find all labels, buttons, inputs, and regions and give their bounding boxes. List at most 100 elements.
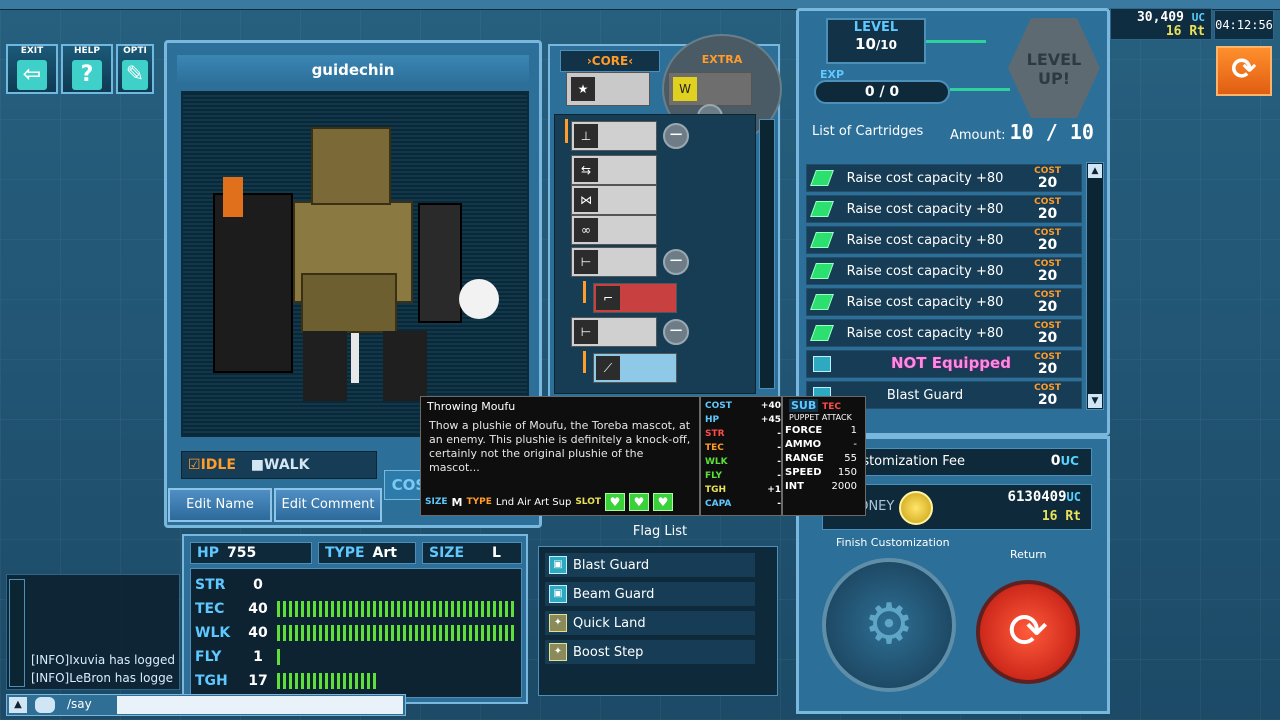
flag-label: Beam Guard <box>573 586 655 602</box>
part-slot[interactable]: ⊢ <box>571 247 657 277</box>
tooltip-stat-value: - <box>777 429 781 439</box>
chat-input-bar: ▲ /say <box>6 694 406 716</box>
clock: 04:12:56 <box>1214 10 1274 40</box>
wallet-rt: 16 Rt <box>1165 24 1205 39</box>
sub-stat-value: 1 <box>850 425 857 436</box>
stat-row-tec: TEC 40 <box>195 597 517 621</box>
swap-icon: ⇆ <box>574 158 598 182</box>
walk-option[interactable]: ■WALK <box>251 457 310 473</box>
coin-icon <box>899 491 933 525</box>
moufu-plush-icon <box>459 279 499 319</box>
cartridge-scrollbar[interactable]: ▲ ▼ <box>1086 162 1104 410</box>
edit-comment-button[interactable]: Edit Comment <box>274 488 382 522</box>
cartridge-name: Raise cost capacity +80 <box>846 325 1004 341</box>
tooltip-stat-value: - <box>777 471 781 481</box>
tree-line <box>583 281 586 303</box>
part-slot[interactable]: ⊥ <box>571 121 657 151</box>
tooltip-stat-row: FLY - <box>705 471 781 485</box>
sub-stat-key: SPEED <box>785 467 822 478</box>
money-uc: 6130409 <box>1007 489 1067 505</box>
cartridge-gem-icon <box>810 201 834 217</box>
remove-part-icon[interactable]: − <box>663 123 689 149</box>
flag-item: ✦ Quick Land <box>545 611 755 635</box>
scroll-up-icon[interactable]: ▲ <box>1088 164 1102 178</box>
flag-label: Boost Step <box>573 644 644 660</box>
weapon-w-icon: W <box>673 77 697 101</box>
tooltip-stat-key: CAPA <box>705 499 732 509</box>
cartridge-name: Raise cost capacity +80 <box>846 232 1004 248</box>
stats-panel: HP 755 TYPE Art SIZE L STR 0 TEC 40 WLK … <box>182 534 528 704</box>
cartridge-item[interactable]: Raise cost capacity +80 COST 20 <box>806 226 1082 254</box>
chat-scrollbar[interactable] <box>9 579 25 687</box>
size-key: SIZE <box>429 545 465 561</box>
sub-stat-value: - <box>853 439 857 450</box>
animation-toggle[interactable]: ☑IDLE ■WALK <box>181 451 377 479</box>
stat-key: TEC <box>195 601 225 617</box>
fee-unit: UC <box>1060 454 1079 468</box>
part-slot[interactable]: ⊢ <box>571 317 657 347</box>
cartridge-list: Raise cost capacity +80 COST 20 Raise cos… <box>806 160 1106 412</box>
chat-input[interactable] <box>117 696 403 714</box>
help-button[interactable]: HELP ? <box>61 44 113 94</box>
chat-channel[interactable]: /say <box>67 697 92 711</box>
cartridge-cost: 20 <box>1037 237 1058 253</box>
tooltip-sub-attack: SUB TEC PUPPET ATTACK FORCE 1 AMMO - RANGE 55… <box>782 396 866 516</box>
core-slot[interactable]: ★ <box>566 72 650 106</box>
cartridge-item[interactable]: Raise cost capacity +80 COST 20 <box>806 195 1082 223</box>
stat-row-wlk: WLK 40 <box>195 621 517 645</box>
part-slot[interactable]: ⋈ <box>571 185 657 215</box>
options-label: OPTI <box>123 46 147 56</box>
back-icon[interactable]: ⟳ <box>1216 46 1272 96</box>
cartridge-item[interactable]: NOT Equipped COST 20 <box>806 350 1082 378</box>
chat-expand-icon[interactable]: ▲ <box>9 697 27 713</box>
stat-value: 40 <box>248 625 268 641</box>
cartridge-item[interactable]: Raise cost capacity +80 COST 20 <box>806 319 1082 347</box>
extra-slot[interactable]: W <box>668 72 752 106</box>
idle-option[interactable]: ☑IDLE <box>188 457 236 473</box>
parts-scrollbar[interactable] <box>759 119 775 389</box>
part-slot[interactable]: ⇆ <box>571 155 657 185</box>
link-icon: ⋈ <box>574 188 598 212</box>
edit-name-button[interactable]: Edit Name <box>168 488 272 522</box>
tooltip-stat-row: HP +45 <box>705 415 781 429</box>
tooltip-stat-row: TGH +1 <box>705 485 781 499</box>
remove-part-icon[interactable]: − <box>663 249 689 275</box>
level-value: 10 <box>855 35 876 53</box>
cartridge-item[interactable]: Raise cost capacity +80 COST 20 <box>806 257 1082 285</box>
puppet-name: guidechin <box>177 55 529 85</box>
stat-value: 17 <box>248 673 268 689</box>
flag-label: Quick Land <box>573 615 646 631</box>
stat-key: TGH <box>195 673 228 689</box>
scroll-down-icon[interactable]: ▼ <box>1088 394 1102 408</box>
tooltip-stat-key: HP <box>705 415 720 425</box>
not-equipped-label: NOT Equipped <box>891 354 1011 372</box>
tooltip-stat-key: FLY <box>705 471 722 481</box>
robot-accent <box>223 177 243 217</box>
exit-label: EXIT <box>20 46 44 56</box>
part-slot[interactable]: ∞ <box>571 215 657 245</box>
cartridge-name: Raise cost capacity +80 <box>846 201 1004 217</box>
remove-part-icon[interactable]: − <box>663 319 689 345</box>
tooltip-type: Lnd Air Art Sup <box>495 496 572 508</box>
core-tab[interactable]: ›CORE‹ <box>560 50 660 72</box>
flag-item: ▣ Blast Guard <box>545 553 755 577</box>
stat-row-tgh: TGH 17 <box>195 669 379 693</box>
part-slot-moufu[interactable]: ⟋ <box>593 353 677 383</box>
tooltip-stat-row: WLK - <box>705 457 781 471</box>
cartridge-item[interactable]: Raise cost capacity +80 COST 20 <box>806 288 1082 316</box>
sub-key: SUB <box>789 399 819 412</box>
tooltip-size-key: SIZE <box>425 497 448 507</box>
options-button[interactable]: OPTI ✎ <box>116 44 154 94</box>
size-chip: SIZE L <box>422 542 522 564</box>
exit-button[interactable]: EXIT ⇦ <box>6 44 58 94</box>
exit-icon: ⇦ <box>17 60 47 90</box>
return-button[interactable]: ⟳ <box>976 580 1080 684</box>
extra-tab[interactable]: EXTRA <box>684 50 760 72</box>
flag-item: ✦ Boost Step <box>545 640 755 664</box>
tooltip-stat-key: TEC <box>705 443 724 453</box>
tooltip-stat-value: +1 <box>767 485 781 495</box>
chat-line: [INFO]Ixuvia has logged <box>31 653 176 667</box>
part-slot[interactable]: ⌐ <box>593 283 677 313</box>
cartridge-item[interactable]: Raise cost capacity +80 COST 20 <box>806 164 1082 192</box>
puppet-preview[interactable] <box>181 91 529 437</box>
